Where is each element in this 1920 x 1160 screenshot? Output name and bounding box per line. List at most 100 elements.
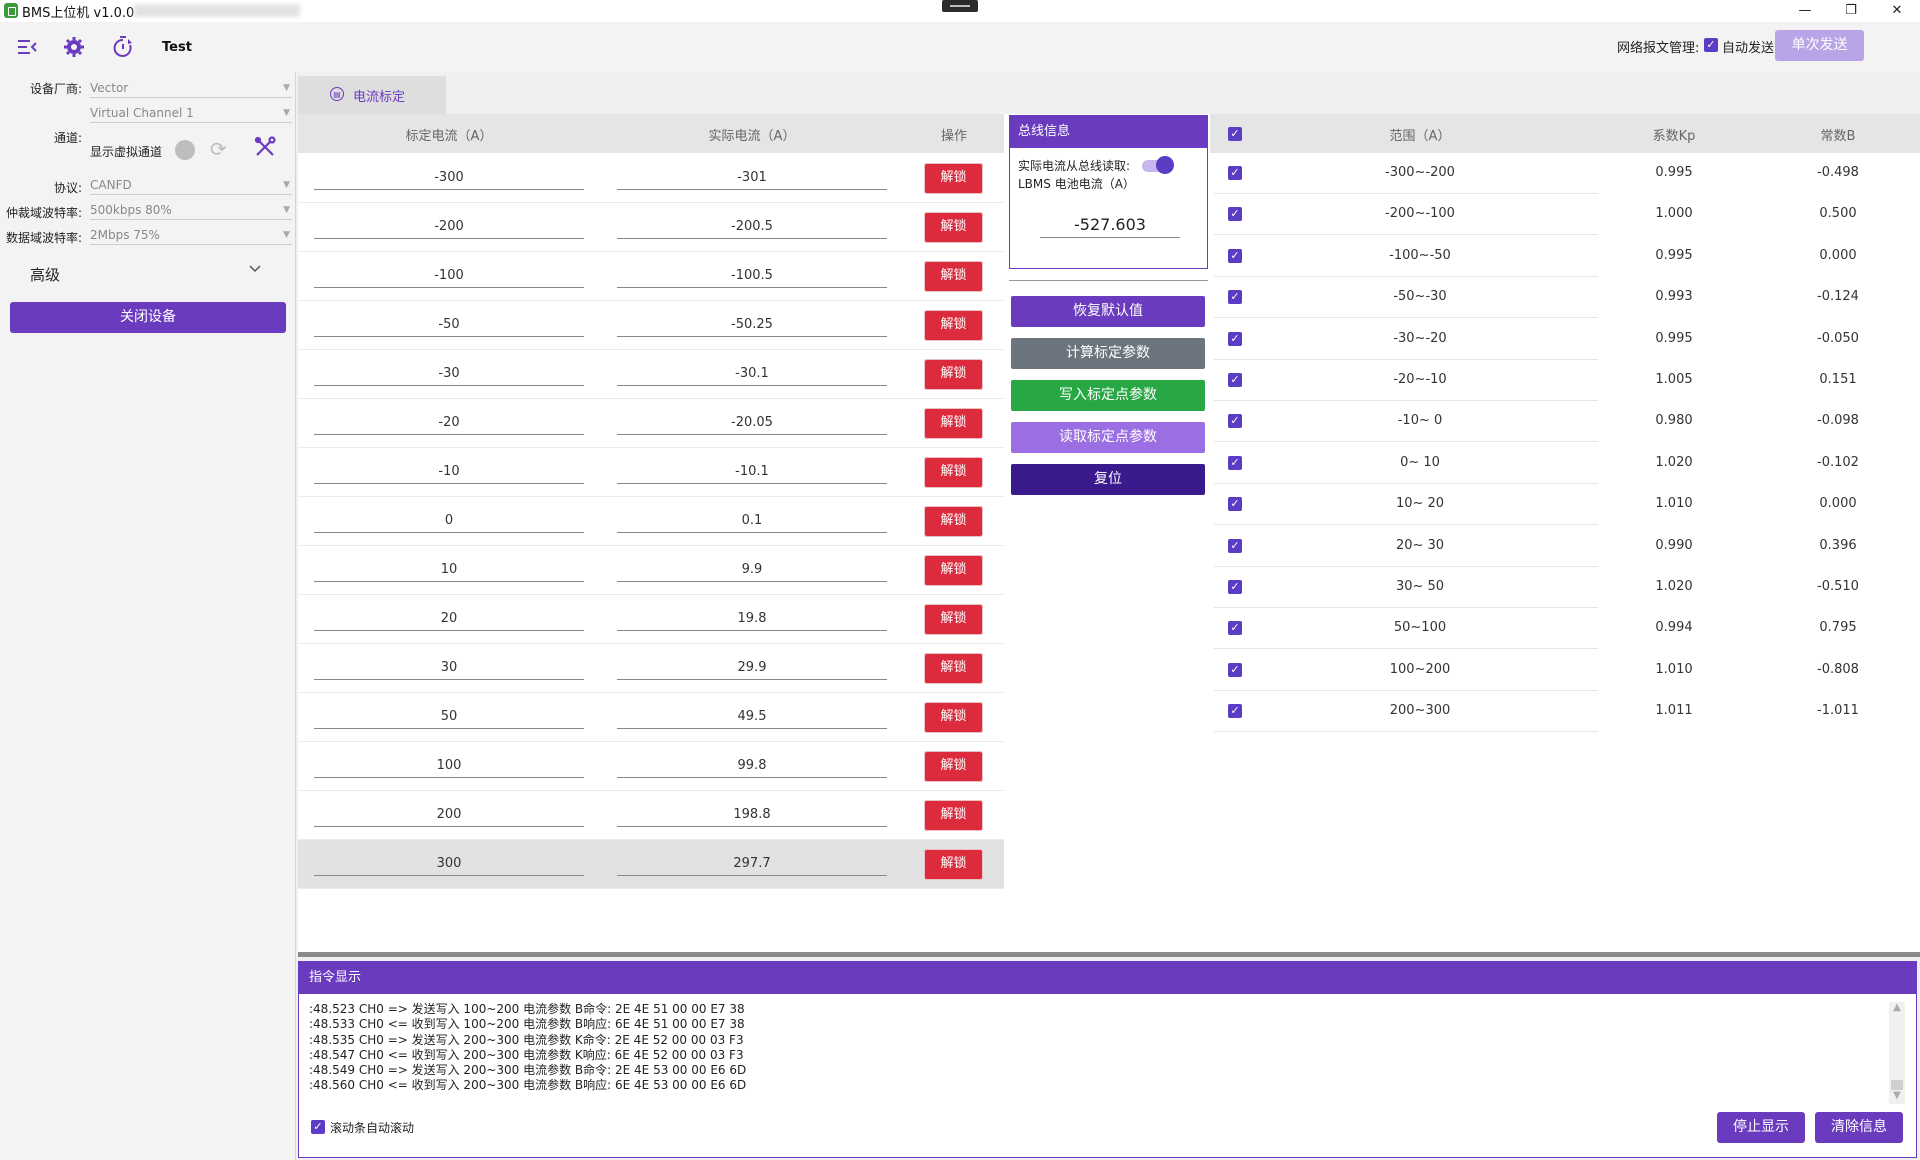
select-all-checkbox[interactable]: ✓ <box>1228 127 1242 141</box>
actual-current-input[interactable]: 9.9 <box>617 558 887 582</box>
actual-current-input[interactable]: 0.1 <box>617 509 887 533</box>
scroll-thumb[interactable] <box>1891 1080 1903 1090</box>
calib-current-input[interactable]: 200 <box>314 803 584 827</box>
calib-current-input[interactable]: 50 <box>314 705 584 729</box>
drag-handle-icon[interactable] <box>942 0 978 12</box>
write-params-button[interactable]: 写入标定点参数 <box>1011 380 1205 411</box>
table-row: -100 -100.5 解锁 <box>298 252 1004 301</box>
calib-current-input[interactable]: 0 <box>314 509 584 533</box>
unlock-button[interactable]: 解锁 <box>924 849 983 880</box>
unlock-button[interactable]: 解锁 <box>924 751 983 782</box>
actual-current-input[interactable]: 99.8 <box>617 754 887 778</box>
unlock-button[interactable]: 解锁 <box>924 163 983 194</box>
maximize-button[interactable]: ❐ <box>1828 0 1874 22</box>
auto-send-checkbox[interactable]: ✓ <box>1704 38 1718 52</box>
unlock-button[interactable]: 解锁 <box>924 800 983 831</box>
calib-current-input[interactable]: 300 <box>314 852 584 876</box>
restore-defaults-button[interactable]: 恢复默认值 <box>1011 296 1205 327</box>
calib-current-input[interactable]: 10 <box>314 558 584 582</box>
single-send-button[interactable]: 单次发送 <box>1775 30 1864 61</box>
actual-current-input[interactable]: -100.5 <box>617 264 887 288</box>
calib-current-input[interactable]: 100 <box>314 754 584 778</box>
row-checkbox[interactable]: ✓ <box>1228 248 1242 263</box>
protocol-select[interactable]: CANFD ▼ <box>90 175 292 195</box>
unlock-button[interactable]: 解锁 <box>924 261 983 292</box>
calib-current-input[interactable]: 30 <box>314 656 584 680</box>
actual-current-input[interactable]: 49.5 <box>617 705 887 729</box>
row-checkbox[interactable]: ✓ <box>1228 580 1242 594</box>
actual-current-input[interactable]: -30.1 <box>617 362 887 386</box>
unlock-button[interactable]: 解锁 <box>924 212 983 243</box>
unlock-button[interactable]: 解锁 <box>924 457 983 488</box>
row-checkbox[interactable]: ✓ <box>1228 414 1242 429</box>
bus-current-value: -527.603 <box>1040 212 1180 238</box>
advanced-section[interactable]: 高级 <box>30 264 60 285</box>
calib-current-input[interactable]: -100 <box>314 264 584 288</box>
scroll-down-icon[interactable]: ▼ <box>1889 1090 1905 1104</box>
reset-button[interactable]: 复位 <box>1011 464 1205 495</box>
unlock-button[interactable]: 解锁 <box>924 408 983 439</box>
arbitration-baud-label: 仲裁域波特率: <box>5 206 82 220</box>
splitter-handle[interactable] <box>298 952 1920 957</box>
close-device-button[interactable]: 关闭设备 <box>10 302 286 333</box>
actual-current-input[interactable]: 198.8 <box>617 803 887 827</box>
read-params-button[interactable]: 读取标定点参数 <box>1011 422 1205 453</box>
calib-current-input[interactable]: 20 <box>314 607 584 631</box>
stop-display-button[interactable]: 停止显示 <box>1717 1112 1805 1143</box>
data-baud-select[interactable]: 2Mbps 75% ▼ <box>90 225 292 245</box>
row-checkbox[interactable]: ✓ <box>1228 331 1242 346</box>
chevron-down-icon[interactable] <box>248 262 262 280</box>
calib-current-input[interactable]: -300 <box>314 166 584 190</box>
tools-icon[interactable] <box>254 136 276 164</box>
refresh-icon[interactable]: ⟳ <box>210 137 227 161</box>
command-log-title: 指令显示 <box>299 962 1916 994</box>
calib-current-input[interactable]: -10 <box>314 460 584 484</box>
actual-current-input[interactable]: -301 <box>617 166 887 190</box>
vendor-select[interactable]: Vector ▼ <box>90 78 292 98</box>
row-checkbox[interactable]: ✓ <box>1228 373 1242 387</box>
col-calib-current: 标定电流（A） <box>405 129 493 144</box>
unlock-button[interactable]: 解锁 <box>924 702 983 733</box>
show-virtual-toggle[interactable] <box>175 140 195 160</box>
scroll-up-icon[interactable]: ▲ <box>1889 1002 1905 1018</box>
test-label[interactable]: Test <box>162 40 192 55</box>
actual-current-input[interactable]: 19.8 <box>617 607 887 631</box>
channel-select[interactable]: Virtual Channel 1 ▼ <box>90 103 292 123</box>
compute-params-button[interactable]: 计算标定参数 <box>1011 338 1205 369</box>
bus-read-toggle[interactable] <box>1142 156 1174 174</box>
menu-collapse-icon[interactable] <box>16 36 38 62</box>
row-checkbox[interactable]: ✓ <box>1228 166 1242 180</box>
row-checkbox[interactable]: ✓ <box>1228 497 1242 512</box>
close-window-button[interactable]: ✕ <box>1874 0 1920 22</box>
unlock-button[interactable]: 解锁 <box>924 506 983 537</box>
row-checkbox[interactable]: ✓ <box>1228 538 1242 553</box>
unlock-button[interactable]: 解锁 <box>924 604 983 635</box>
calib-current-input[interactable]: -30 <box>314 362 584 386</box>
unlock-button[interactable]: 解锁 <box>924 653 983 684</box>
calib-current-input[interactable]: -20 <box>314 411 584 435</box>
unlock-button[interactable]: 解锁 <box>924 359 983 390</box>
actual-current-input[interactable]: -50.25 <box>617 313 887 337</box>
actual-current-input[interactable]: -10.1 <box>617 460 887 484</box>
row-checkbox[interactable]: ✓ <box>1228 290 1242 305</box>
actual-current-input[interactable]: -20.05 <box>617 411 887 435</box>
unlock-button[interactable]: 解锁 <box>924 310 983 341</box>
calib-current-input[interactable]: -50 <box>314 313 584 337</box>
row-checkbox[interactable]: ✓ <box>1228 207 1242 222</box>
gear-icon[interactable] <box>63 36 85 62</box>
row-checkbox[interactable]: ✓ <box>1228 455 1242 470</box>
unlock-button[interactable]: 解锁 <box>924 555 983 586</box>
calib-current-input[interactable]: -200 <box>314 215 584 239</box>
minimize-button[interactable]: — <box>1782 0 1828 22</box>
actual-current-input[interactable]: 297.7 <box>617 852 887 876</box>
row-checkbox[interactable]: ✓ <box>1228 704 1242 719</box>
actual-current-input[interactable]: 29.9 <box>617 656 887 680</box>
actual-current-input[interactable]: -200.5 <box>617 215 887 239</box>
timer-icon[interactable] <box>112 36 134 62</box>
row-checkbox[interactable]: ✓ <box>1228 662 1242 677</box>
clear-log-button[interactable]: 清除信息 <box>1815 1112 1903 1143</box>
autoscroll-checkbox[interactable]: ✓ <box>311 1120 325 1134</box>
arbitration-baud-select[interactable]: 500kbps 80% ▼ <box>90 200 292 220</box>
row-checkbox[interactable]: ✓ <box>1228 621 1242 636</box>
b-cell: -0.050 <box>1817 330 1859 346</box>
